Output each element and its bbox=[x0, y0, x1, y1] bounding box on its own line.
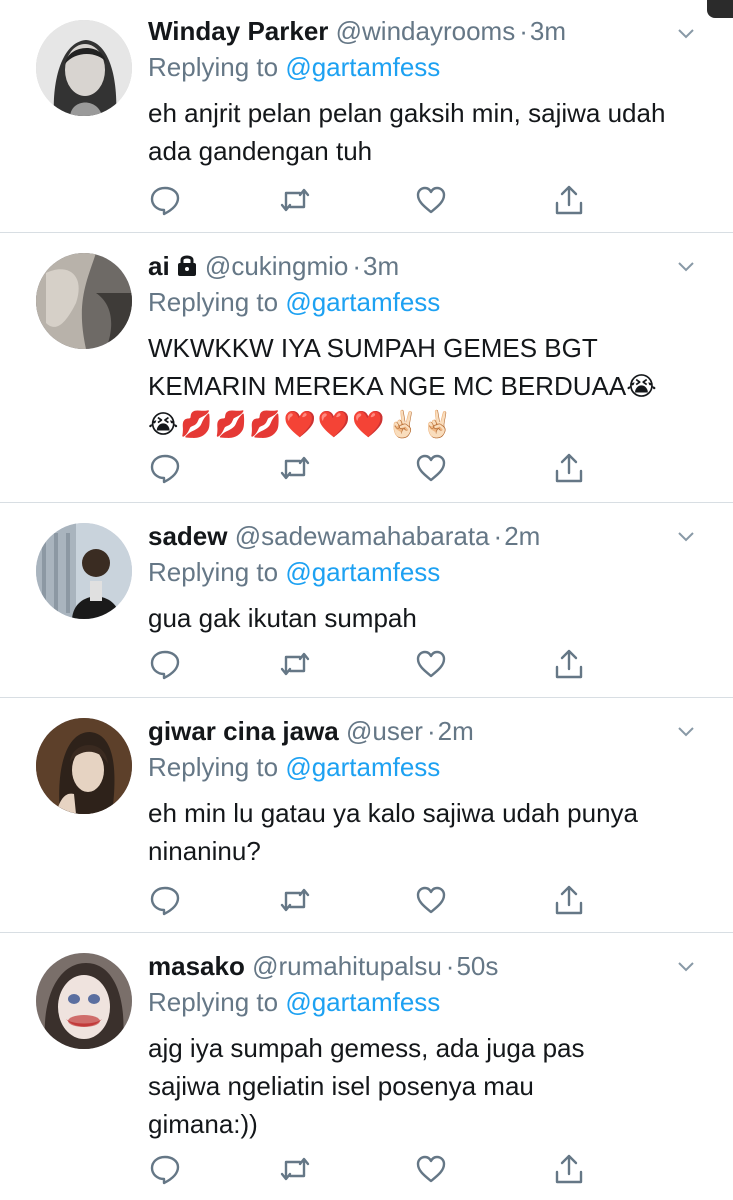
chevron-down-icon[interactable] bbox=[677, 960, 695, 972]
retweet-icon[interactable] bbox=[278, 883, 312, 917]
retweet-icon[interactable] bbox=[278, 183, 312, 217]
tweet-item[interactable]: Winday Parker @windayrooms ·3m Replying t… bbox=[0, 0, 733, 233]
reply-icon[interactable] bbox=[148, 883, 182, 917]
replying-to: Replying to @gartamfess bbox=[148, 557, 441, 587]
display-name[interactable]: Winday Parker bbox=[148, 16, 328, 46]
heart-icon[interactable] bbox=[414, 647, 448, 681]
avatar[interactable] bbox=[36, 523, 132, 619]
replying-to: Replying to @gartamfess bbox=[148, 287, 441, 317]
tweet-text: eh min lu gatau ya kalo sajiwa udah puny… bbox=[148, 798, 646, 866]
reply-icon[interactable] bbox=[148, 647, 182, 681]
lock-icon bbox=[176, 251, 198, 285]
tweet-header: giwar cina jawa @user ·2m bbox=[148, 716, 474, 746]
avatar[interactable] bbox=[36, 20, 132, 116]
tweet-actions bbox=[148, 883, 588, 917]
user-handle[interactable]: @sadewamahabarata bbox=[235, 521, 490, 551]
emoji-line: 😭💋💋💋❤️❤️❤️✌🏻✌🏻 bbox=[148, 409, 456, 439]
timestamp[interactable]: 2m bbox=[438, 716, 474, 746]
user-handle[interactable]: @user bbox=[346, 716, 423, 746]
tweet-actions bbox=[148, 647, 588, 681]
tweet-header: masako @rumahitupalsu ·50s bbox=[148, 951, 499, 981]
timestamp[interactable]: 2m bbox=[504, 521, 540, 551]
display-name[interactable]: giwar cina jawa bbox=[148, 716, 339, 746]
tweet-text: eh anjrit pelan pelan gaksih min, sajiwa… bbox=[148, 98, 673, 166]
heart-icon[interactable] bbox=[414, 451, 448, 485]
tweet-text: ajg iya sumpah gemess, ada juga pas saji… bbox=[148, 1033, 592, 1139]
user-handle[interactable]: @rumahitupalsu bbox=[252, 951, 442, 981]
mention-link[interactable]: @gartamfess bbox=[285, 752, 440, 782]
tweet-actions bbox=[148, 1152, 588, 1186]
avatar[interactable] bbox=[36, 253, 132, 349]
timestamp[interactable]: 3m bbox=[530, 16, 566, 46]
share-icon[interactable] bbox=[552, 183, 586, 217]
tweet-header: ai @cukingmio ·3m bbox=[148, 249, 713, 283]
display-name[interactable]: masako bbox=[148, 951, 245, 981]
replying-to: Replying to @gartamfess bbox=[148, 987, 441, 1017]
tweet-text: WKWKKW IYA SUMPAH GEMES BGT KEMARIN MERE… bbox=[148, 333, 657, 401]
reply-icon[interactable] bbox=[148, 183, 182, 217]
replying-to: Replying to @gartamfess bbox=[148, 52, 441, 82]
display-name[interactable]: sadew bbox=[148, 521, 228, 551]
reply-icon[interactable] bbox=[148, 1152, 182, 1186]
mention-link[interactable]: @gartamfess bbox=[285, 987, 440, 1017]
chevron-down-icon[interactable] bbox=[677, 260, 695, 272]
tweet-item[interactable]: ai @cukingmio ·3m Replying to @gartamfess… bbox=[0, 233, 733, 503]
heart-icon[interactable] bbox=[414, 883, 448, 917]
retweet-icon[interactable] bbox=[278, 451, 312, 485]
chevron-down-icon[interactable] bbox=[677, 27, 695, 39]
heart-icon[interactable] bbox=[414, 183, 448, 217]
heart-icon[interactable] bbox=[414, 1152, 448, 1186]
share-icon[interactable] bbox=[552, 1152, 586, 1186]
tweet-actions bbox=[148, 183, 588, 217]
share-icon[interactable] bbox=[552, 451, 586, 485]
replying-to: Replying to @gartamfess bbox=[148, 752, 441, 782]
tweet-item[interactable]: masako @rumahitupalsu ·50s Replying to @g… bbox=[0, 933, 733, 1200]
avatar[interactable] bbox=[36, 718, 132, 814]
chevron-down-icon[interactable] bbox=[677, 725, 695, 737]
share-icon[interactable] bbox=[552, 883, 586, 917]
tweet-header: sadew @sadewamahabarata ·2m bbox=[148, 521, 541, 551]
reply-icon[interactable] bbox=[148, 451, 182, 485]
tweet-actions bbox=[148, 451, 588, 485]
retweet-icon[interactable] bbox=[278, 647, 312, 681]
tweet-text: gua gak ikutan sumpah bbox=[148, 603, 417, 633]
user-handle[interactable]: @cukingmio bbox=[205, 251, 348, 281]
timestamp[interactable]: 3m bbox=[363, 251, 399, 281]
chevron-down-icon[interactable] bbox=[677, 530, 695, 542]
tweet-item[interactable]: giwar cina jawa @user ·2m Replying to @ga… bbox=[0, 698, 733, 933]
timestamp[interactable]: 50s bbox=[456, 951, 498, 981]
tweet-header: Winday Parker @windayrooms ·3m bbox=[148, 16, 566, 46]
retweet-icon[interactable] bbox=[278, 1152, 312, 1186]
share-icon[interactable] bbox=[552, 647, 586, 681]
mention-link[interactable]: @gartamfess bbox=[285, 287, 440, 317]
mention-link[interactable]: @gartamfess bbox=[285, 52, 440, 82]
display-name[interactable]: ai bbox=[148, 251, 170, 281]
tweet-item[interactable]: sadew @sadewamahabarata ·2m Replying to @… bbox=[0, 503, 733, 698]
mention-link[interactable]: @gartamfess bbox=[285, 557, 440, 587]
avatar[interactable] bbox=[36, 953, 132, 1049]
user-handle[interactable]: @windayrooms bbox=[336, 16, 516, 46]
